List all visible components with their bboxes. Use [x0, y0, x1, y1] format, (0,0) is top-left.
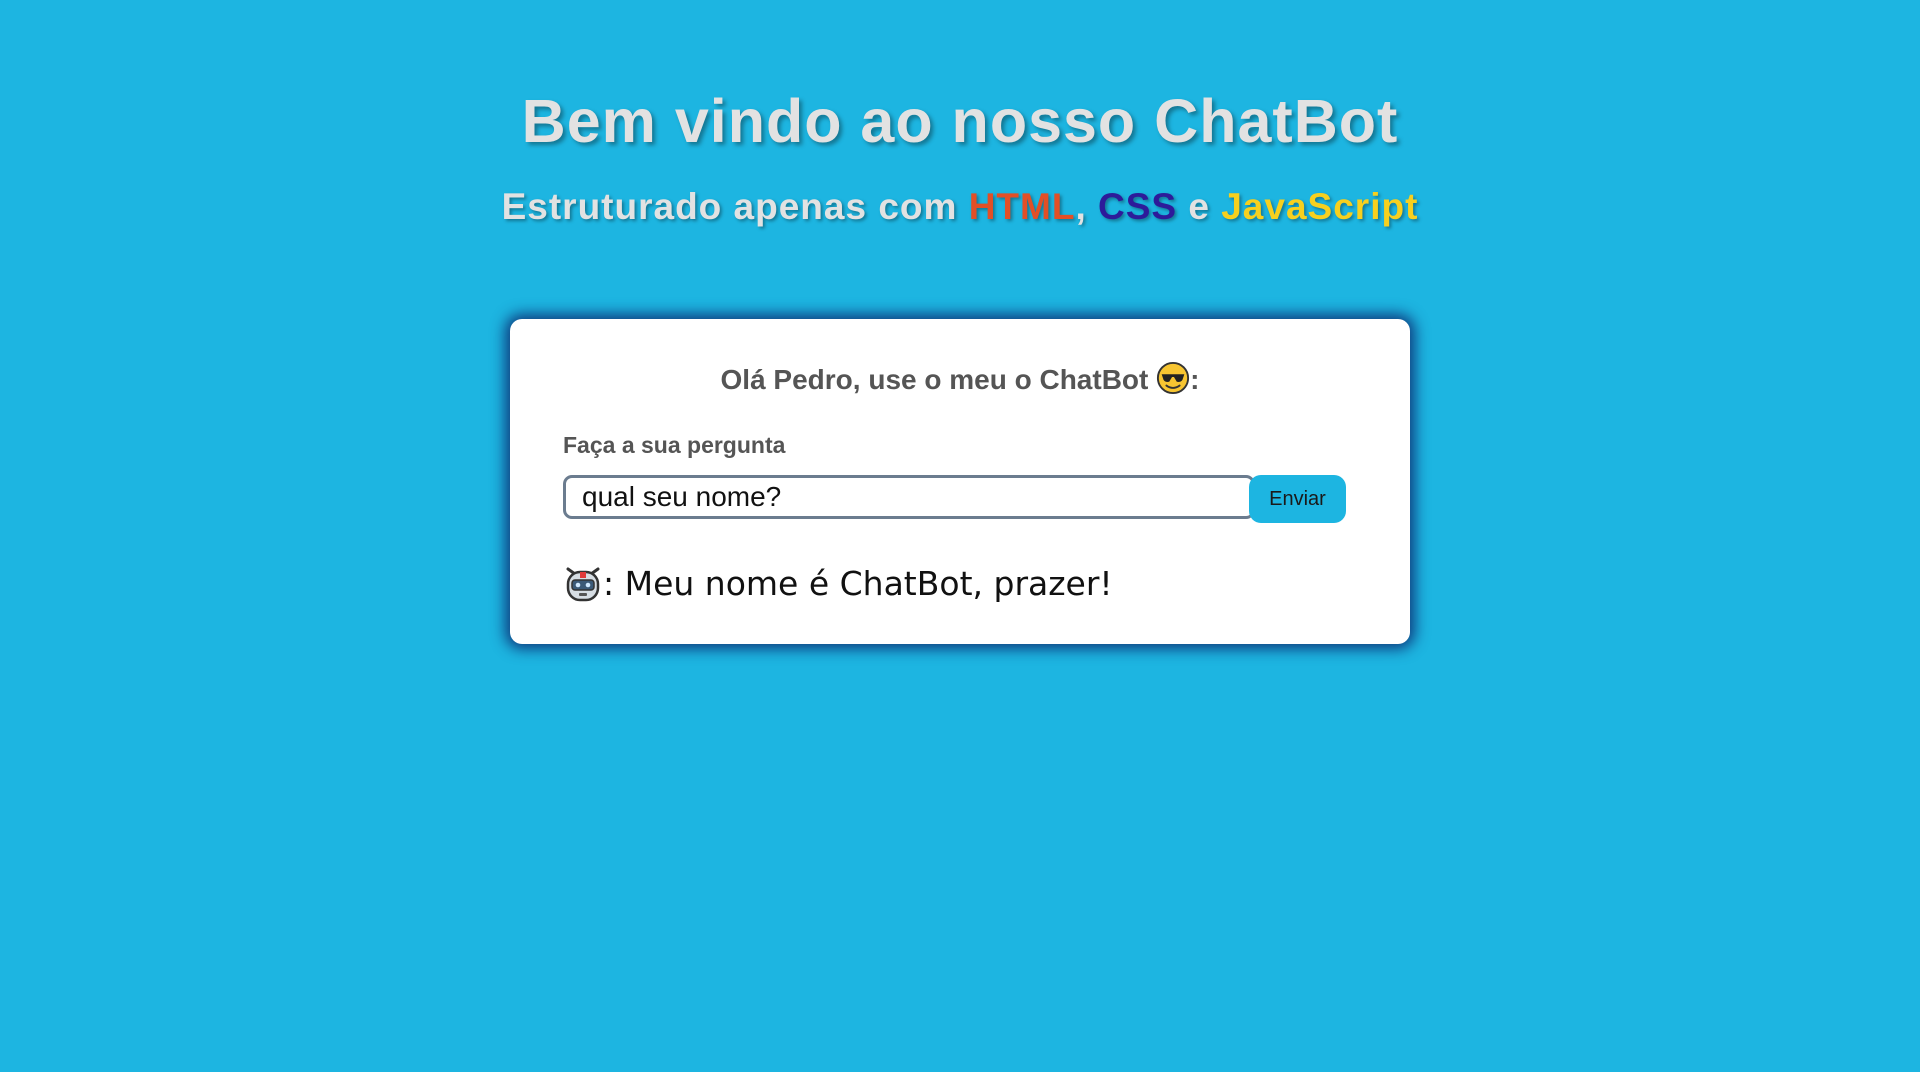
subtitle-html: HTML: [968, 186, 1076, 227]
question-label: Faça a sua pergunta: [563, 432, 786, 458]
subtitle-javascript: JavaScript: [1221, 186, 1419, 227]
chatbot-answer: : Meu nome é ChatBot, prazer!: [563, 563, 1113, 603]
sunglasses-face-icon: [1157, 361, 1190, 395]
subtitle-css: CSS: [1098, 186, 1178, 227]
subtitle-prefix: Estruturado apenas com: [501, 186, 969, 227]
robot-face-icon: [566, 567, 600, 602]
question-input[interactable]: [563, 475, 1255, 519]
greeting-label: Olá Pedro, use o meu o ChatBot: [720, 364, 1157, 395]
subtitle-conjunction: e: [1177, 186, 1222, 227]
page: Bem vindo ao nosso ChatBot Estruturado a…: [0, 0, 1920, 1072]
chat-card: Olá Pedro, use o meu o ChatBot : Faça a …: [510, 319, 1410, 644]
subtitle-separator: ,: [1075, 186, 1099, 227]
greeting-colon: :: [1190, 364, 1200, 395]
greeting-text: Olá Pedro, use o meu o ChatBot :: [510, 361, 1410, 396]
page-title: Bem vindo ao nosso ChatBot: [521, 87, 1399, 155]
send-button[interactable]: Enviar: [1249, 475, 1346, 523]
page-subtitle: Estruturado apenas com HTML, CSS e JavaS…: [0, 186, 1920, 228]
answer-separator: :: [603, 564, 625, 603]
answer-text: Meu nome é ChatBot, prazer!: [624, 564, 1113, 603]
